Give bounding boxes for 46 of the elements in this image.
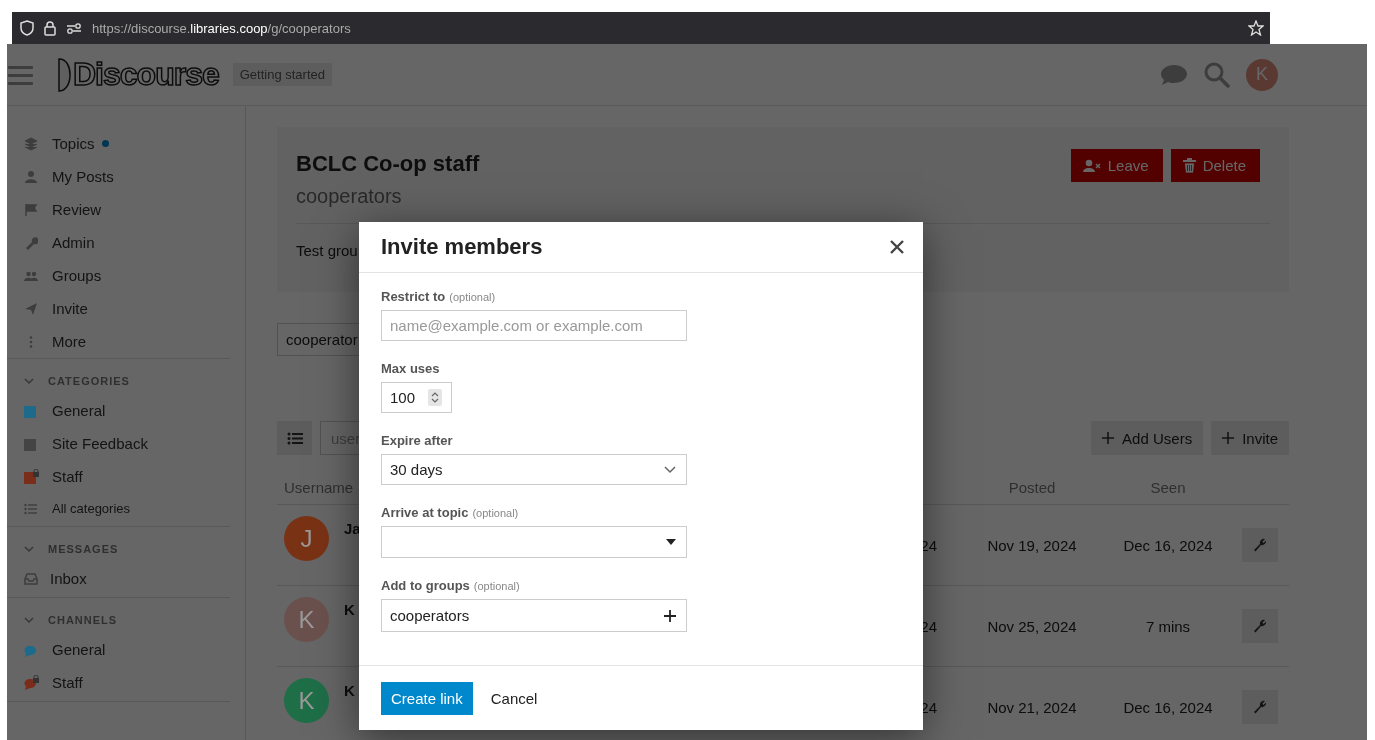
sidebar-link[interactable]: Staff bbox=[52, 468, 83, 485]
sidebar-link[interactable]: Invite bbox=[52, 300, 88, 317]
sidebar-link[interactable]: Admin bbox=[52, 234, 95, 251]
seen-cell: Dec 16, 2024 bbox=[1123, 698, 1213, 716]
sidebar-link[interactable]: Topics bbox=[52, 135, 95, 152]
dialog-title: Invite members bbox=[381, 234, 543, 260]
sidebar-link[interactable]: All categories bbox=[52, 501, 131, 516]
posted-cell: Nov 25, 2024 bbox=[987, 617, 1077, 635]
posted-cell: Nov 21, 2024 bbox=[987, 698, 1077, 716]
action-button[interactable]: Add Users bbox=[1091, 421, 1204, 455]
user-avatar[interactable]: K bbox=[284, 597, 329, 642]
field-label: Restrict to bbox=[381, 289, 446, 304]
delete-button[interactable]: Delete bbox=[1170, 149, 1260, 182]
sidebar-link[interactable]: Staff bbox=[52, 674, 83, 691]
user-avatar[interactable]: J bbox=[284, 516, 329, 561]
sidebar-link[interactable]: Groups bbox=[52, 267, 102, 284]
sidebar-link[interactable]: Review bbox=[52, 201, 102, 218]
restrict-to-field[interactable]: name@example.com or example.com bbox=[381, 310, 687, 341]
max-uses-field[interactable]: 100 bbox=[381, 382, 452, 413]
posted-cell: Nov 19, 2024 bbox=[987, 536, 1077, 554]
group-name: cooperators bbox=[296, 185, 403, 208]
getting-started-badge[interactable]: Getting started bbox=[232, 63, 332, 86]
user-avatar[interactable]: K bbox=[284, 678, 329, 723]
sidebar-link[interactable]: General bbox=[52, 641, 106, 658]
field-label: Add to groups bbox=[381, 578, 470, 593]
optional-hint: (optional) bbox=[449, 291, 496, 303]
expire-after-select[interactable]: 30 days bbox=[381, 454, 687, 485]
group-title: BCLC Co-op staff bbox=[296, 151, 480, 177]
sidebar-link[interactable]: Inbox bbox=[50, 570, 87, 587]
sidebar-link[interactable]: More bbox=[52, 333, 87, 350]
field-label: Expire after bbox=[381, 433, 453, 448]
sidebar-link[interactable]: General bbox=[52, 402, 106, 419]
optional-hint: (optional) bbox=[472, 507, 519, 519]
seen-cell: Dec 16, 2024 bbox=[1123, 536, 1213, 554]
sidebar-link[interactable]: My Posts bbox=[52, 168, 114, 185]
groups-field[interactable]: cooperators bbox=[381, 599, 687, 632]
sidebar-link[interactable]: Site Feedback bbox=[52, 435, 148, 452]
site-logo[interactable]: Discourse bbox=[73, 56, 219, 93]
optional-hint: (optional) bbox=[473, 580, 520, 592]
action-button[interactable]: Invite bbox=[1211, 421, 1289, 455]
leave-button[interactable]: Leave bbox=[1070, 149, 1163, 182]
seen-cell: 7 mins bbox=[1145, 617, 1191, 635]
cancel-button[interactable]: Cancel bbox=[480, 681, 548, 715]
field-label: Max uses bbox=[381, 361, 440, 376]
field-label: Arrive at topic bbox=[381, 505, 469, 520]
create-link-button[interactable]: Create link bbox=[381, 681, 473, 715]
